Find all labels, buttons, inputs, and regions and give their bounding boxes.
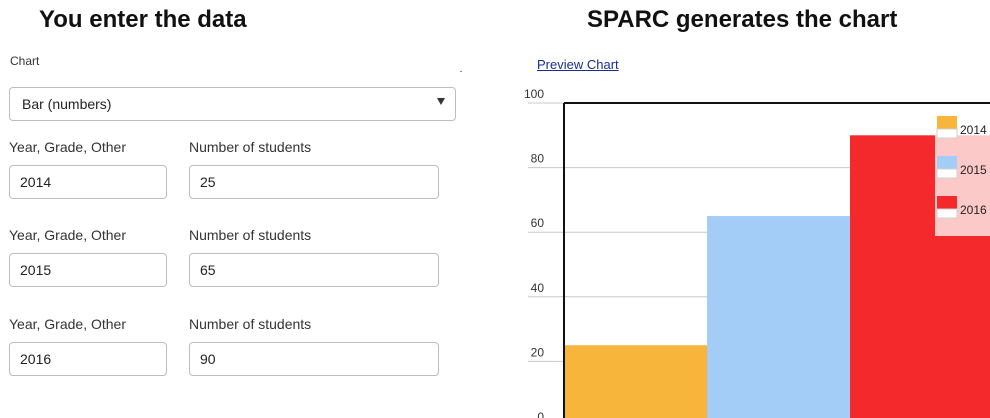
- y-tick-label: 40: [531, 281, 545, 295]
- chart-type-value: Bar (numbers): [22, 96, 112, 112]
- legend-swatch-base: [936, 168, 958, 179]
- value-input[interactable]: [190, 254, 438, 286]
- preview-chart-link[interactable]: Preview Chart: [537, 57, 619, 72]
- legend-swatch-2016: [937, 196, 957, 209]
- category-field-row2[interactable]: [9, 253, 167, 287]
- separator-dot: [460, 71, 462, 72]
- value-label: Number of students: [189, 139, 312, 155]
- dropdown-arrow-icon: [437, 98, 445, 105]
- category-input[interactable]: [10, 254, 166, 286]
- bar-chart: 0 20 40 60 80 100 2014 2015 2016: [524, 88, 990, 418]
- bar-2014: [564, 345, 707, 418]
- value-field-row2[interactable]: [189, 253, 439, 287]
- category-label: Year, Grade, Other: [9, 227, 126, 243]
- category-label: Year, Grade, Other: [9, 139, 126, 155]
- value-field-row3[interactable]: [189, 342, 439, 376]
- legend-label-2014: 2014: [960, 123, 987, 137]
- legend-swatch-base: [936, 128, 958, 139]
- value-input[interactable]: [190, 343, 438, 375]
- y-tick-label: 0: [537, 410, 544, 418]
- page-title-right: SPARC generates the chart: [587, 6, 898, 33]
- value-label: Number of students: [189, 227, 312, 243]
- category-field-row1[interactable]: [9, 165, 167, 199]
- category-field-row3[interactable]: [9, 342, 167, 376]
- legend-label-2015: 2015: [960, 163, 987, 177]
- category-input[interactable]: [10, 166, 166, 198]
- bar-2015: [707, 216, 850, 418]
- legend-label-2016: 2016: [960, 203, 987, 217]
- value-input[interactable]: [190, 166, 438, 198]
- value-label: Number of students: [189, 316, 312, 332]
- chart-type-select[interactable]: Bar (numbers): [9, 87, 456, 121]
- legend-swatch-2014: [937, 116, 957, 129]
- y-tick-label: 100: [524, 88, 544, 101]
- y-tick-label: 60: [531, 216, 545, 230]
- page-title-left: You enter the data: [39, 6, 247, 33]
- y-tick-label: 20: [531, 345, 545, 359]
- legend-swatch-base: [936, 208, 958, 219]
- category-label: Year, Grade, Other: [9, 316, 126, 332]
- chart-type-label: Chart: [10, 54, 40, 68]
- legend-swatch-2015: [937, 156, 957, 169]
- category-input[interactable]: [10, 343, 166, 375]
- value-field-row1[interactable]: [189, 165, 439, 199]
- y-tick-label: 80: [531, 152, 545, 166]
